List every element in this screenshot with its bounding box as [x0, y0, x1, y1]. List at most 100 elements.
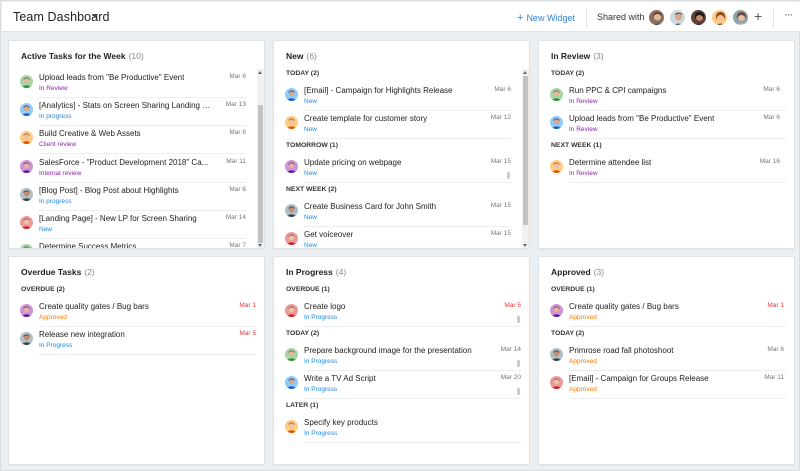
avatar[interactable]: [732, 9, 749, 26]
scroll-down-icon[interactable]: [258, 244, 262, 247]
task-row[interactable]: Release new integration In Progress Mar 5: [9, 327, 264, 355]
avatar[interactable]: [20, 216, 33, 229]
task-name[interactable]: [Blog Post] - Blog Post about Highlights: [39, 186, 179, 195]
task-name[interactable]: SalesForce - "Product Development 2018" …: [39, 158, 208, 167]
avatar[interactable]: [285, 376, 298, 389]
task-due-date: Mar 6: [229, 185, 246, 193]
task-row[interactable]: Create quality gates / Bug bars Approved M…: [9, 299, 264, 327]
task-row[interactable]: [Landing Page] - New LP for Screen Shari…: [9, 211, 264, 239]
avatar[interactable]: [550, 304, 563, 317]
widget-body[interactable]: OVERDUE (1) Create logo In Progress Mar 5 TO…: [274, 285, 529, 464]
task-status: Approved: [569, 314, 597, 321]
scroll-down-icon[interactable]: [523, 244, 527, 247]
task-row[interactable]: Upload leads from "Be Productive" Event I…: [9, 70, 264, 98]
avatar[interactable]: [550, 160, 563, 173]
scroll-up-icon[interactable]: [523, 71, 527, 74]
avatar[interactable]: [20, 304, 33, 317]
task-name[interactable]: Determine Success Metrics: [39, 242, 136, 248]
row-divider: [569, 138, 786, 139]
avatar[interactable]: [285, 88, 298, 101]
task-name[interactable]: Upload leads from "Be Productive" Event: [569, 114, 714, 123]
avatar[interactable]: [20, 131, 33, 145]
avatar[interactable]: [285, 116, 298, 129]
avatar[interactable]: [285, 304, 298, 317]
scrollbar[interactable]: [522, 69, 529, 248]
widget-body[interactable]: OVERDUE (1) Create quality gates / Bug ba…: [539, 285, 794, 464]
task-name[interactable]: Get voiceover: [304, 230, 353, 239]
task-name[interactable]: Specify key products: [304, 418, 378, 427]
add-member-icon[interactable]: +: [754, 8, 762, 24]
task-row[interactable]: Build Creative & Web Assets Client review…: [9, 126, 264, 155]
task-row[interactable]: Primrose road fall photoshoot Approved Mar…: [539, 343, 794, 371]
task-name[interactable]: [Analytics] - Stats on Screen Sharing La…: [39, 101, 211, 110]
task-row[interactable]: [Blog Post] - Blog Post about Highlights…: [9, 183, 264, 211]
avatar[interactable]: [711, 9, 728, 26]
avatar[interactable]: [550, 116, 563, 129]
avatar[interactable]: [669, 9, 686, 26]
avatar[interactable]: [20, 332, 33, 345]
avatar[interactable]: [20, 75, 33, 88]
new-widget-button[interactable]: + New Widget: [517, 12, 575, 24]
task-name[interactable]: Build Creative & Web Assets: [39, 129, 141, 138]
task-row[interactable]: Specify key products In Progress: [274, 415, 529, 443]
avatar[interactable]: [550, 348, 563, 361]
scrollbar-thumb[interactable]: [258, 105, 263, 243]
scroll-up-icon[interactable]: [258, 71, 262, 74]
task-name[interactable]: Release new integration: [39, 330, 125, 339]
avatar[interactable]: [285, 420, 298, 433]
scrollbar[interactable]: [257, 69, 264, 248]
task-row[interactable]: [Analytics] - Stats on Screen Sharing La…: [9, 98, 264, 127]
task-name[interactable]: Upload leads from "Be Productive" Event: [39, 73, 184, 82]
widget-count: (2): [84, 267, 95, 277]
task-row[interactable]: Create logo In Progress Mar 5: [274, 299, 529, 327]
task-name[interactable]: [Email] - Campaign for Groups Release: [569, 374, 709, 383]
task-row[interactable]: Prepare background image for the present…: [274, 343, 529, 371]
task-row[interactable]: Determine Success Metrics Mar 7: [9, 239, 264, 248]
task-row[interactable]: SalesForce - "Product Development 2018" …: [9, 155, 264, 183]
chevron-down-icon[interactable]: [92, 14, 98, 18]
avatar[interactable]: [550, 88, 563, 101]
task-row[interactable]: Get voiceover New Mar 15: [274, 227, 529, 248]
task-name[interactable]: Create quality gates / Bug bars: [569, 302, 679, 311]
avatar[interactable]: [285, 232, 298, 245]
task-name[interactable]: Prepare background image for the present…: [304, 346, 472, 355]
avatar[interactable]: [648, 9, 665, 26]
avatar[interactable]: [20, 159, 33, 173]
task-name[interactable]: Create logo: [304, 302, 345, 311]
task-name[interactable]: Create template for customer story: [304, 114, 427, 123]
task-row[interactable]: Determine attendee list In Review Mar 16: [539, 155, 794, 183]
avatar[interactable]: [690, 9, 707, 26]
task-row[interactable]: [Email] - Campaign for Highlights Releas…: [274, 83, 529, 111]
avatar[interactable]: [285, 348, 298, 361]
avatar[interactable]: [285, 160, 298, 173]
more-options-icon[interactable]: ···: [784, 9, 793, 21]
task-name[interactable]: [Landing Page] - New LP for Screen Shari…: [39, 214, 197, 223]
task-row[interactable]: Run PPC & CPI campaigns In Review Mar 6: [539, 83, 794, 111]
task-row[interactable]: Create template for customer story New Mar…: [274, 111, 529, 139]
task-name[interactable]: Create quality gates / Bug bars: [39, 302, 149, 311]
widget-body[interactable]: TODAY (2) Run PPC & CPI campaigns In Revie…: [539, 69, 794, 248]
task-name[interactable]: Update pricing on webpage: [304, 158, 401, 167]
avatar[interactable]: [20, 103, 33, 117]
avatar[interactable]: [20, 187, 33, 201]
widget-title: In Progress (4): [286, 267, 346, 277]
task-row[interactable]: Create Business Card for John Smith New Ma…: [274, 199, 529, 227]
task-name[interactable]: Primrose road fall photoshoot: [569, 346, 674, 355]
scrollbar-thumb[interactable]: [523, 76, 528, 225]
widget-body[interactable]: TODAY (2) [Email] - Campaign for Highligh…: [274, 69, 529, 248]
task-name[interactable]: Determine attendee list: [569, 158, 651, 167]
task-name[interactable]: [Email] - Campaign for Highlights Releas…: [304, 86, 453, 95]
avatar[interactable]: [285, 204, 298, 217]
avatar[interactable]: [550, 376, 563, 389]
task-row[interactable]: Update pricing on webpage New Mar 15: [274, 155, 529, 183]
task-row[interactable]: Create quality gates / Bug bars Approved M…: [539, 299, 794, 327]
task-name[interactable]: Create Business Card for John Smith: [304, 202, 436, 211]
widget-body[interactable]: Upload leads from "Be Productive" Event I…: [9, 69, 264, 248]
avatar[interactable]: [20, 244, 33, 248]
task-name[interactable]: Run PPC & CPI campaigns: [569, 86, 666, 95]
task-row[interactable]: Write a TV Ad Script In Progress Mar 20: [274, 371, 529, 399]
task-row[interactable]: [Email] - Campaign for Groups Release App…: [539, 371, 794, 399]
widget-body[interactable]: OVERDUE (2) Create quality gates / Bug ba…: [9, 285, 264, 464]
task-row[interactable]: Upload leads from "Be Productive" Event I…: [539, 111, 794, 139]
task-name[interactable]: Write a TV Ad Script: [304, 374, 376, 383]
